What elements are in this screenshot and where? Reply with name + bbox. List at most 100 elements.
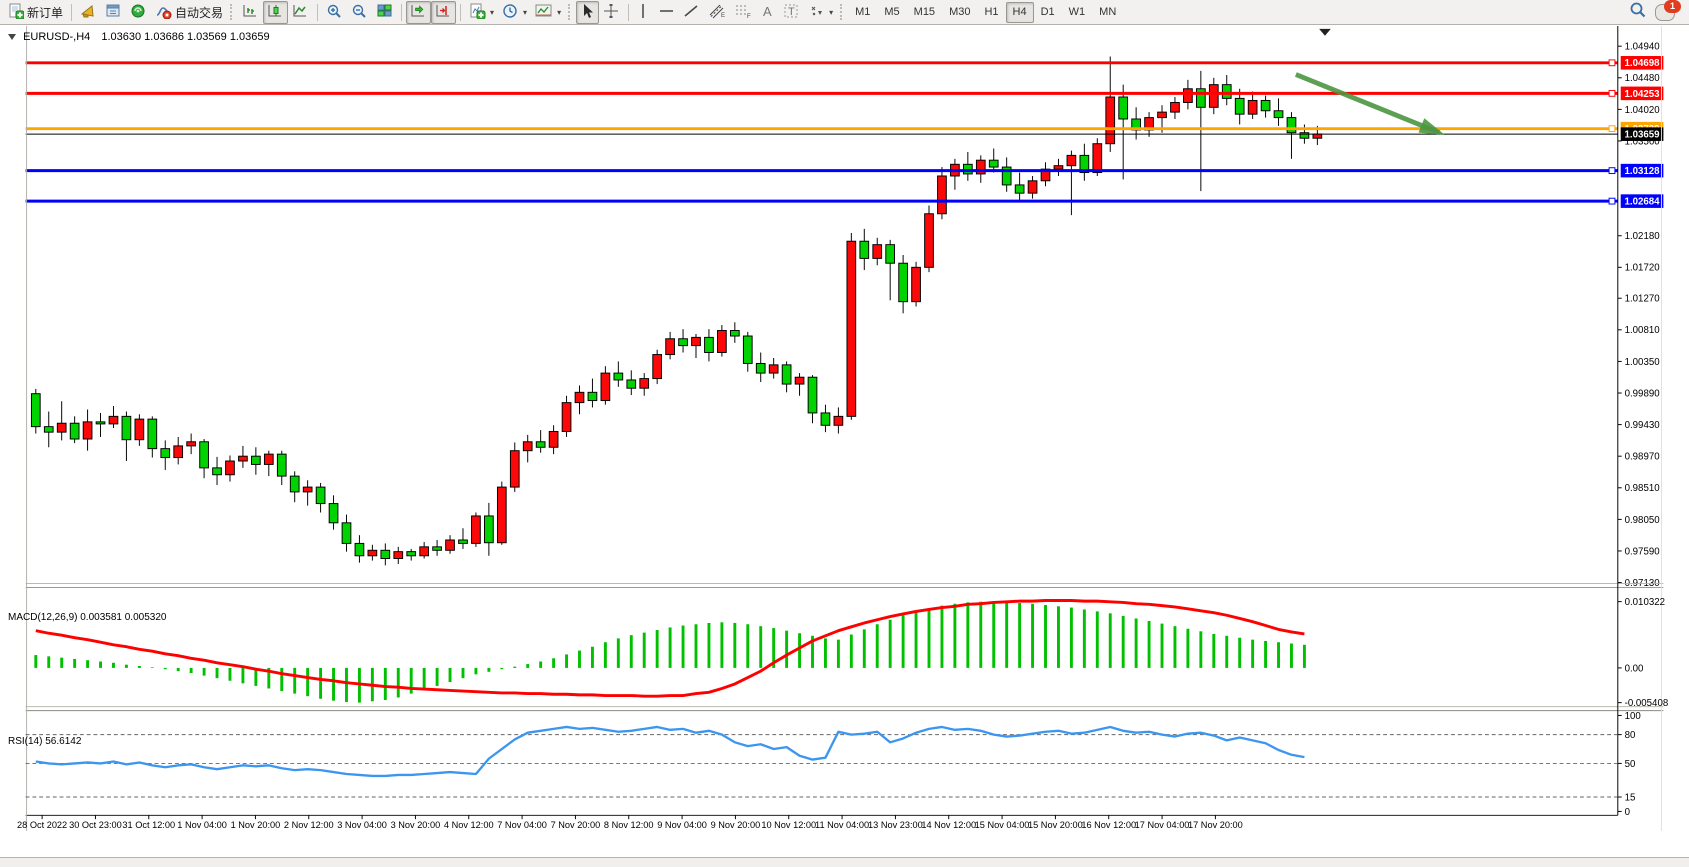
- macd-pane[interactable]: 0.0103220.00-0.005408: [36, 597, 1668, 709]
- bar-chart-button[interactable]: [238, 1, 263, 24]
- new-order-button[interactable]: 新订单: [4, 1, 67, 24]
- chart-shift-button[interactable]: [431, 1, 456, 24]
- trendline-tool-button[interactable]: [679, 1, 704, 24]
- tile-windows-button[interactable]: [372, 1, 397, 24]
- date-tick-label: 3 Nov 20:00: [391, 820, 441, 830]
- horizontal-line-tool-button[interactable]: [654, 1, 679, 24]
- fibonacci-tool-button[interactable]: F: [730, 1, 756, 24]
- candle: [381, 543, 390, 565]
- candle: [420, 542, 429, 558]
- date-tick-label: 14 Nov 12:00: [921, 820, 976, 830]
- horizontal-line-icon: [658, 3, 675, 22]
- candles-layer: [31, 56, 1321, 565]
- vertical-line-icon: [637, 3, 650, 22]
- zoom-out-button[interactable]: [347, 1, 372, 24]
- market-watch-button[interactable]: [101, 1, 126, 24]
- timeframe-m15-button[interactable]: M15: [907, 2, 942, 23]
- date-tick-label: 7 Nov 20:00: [551, 820, 601, 830]
- toolbar-grip: [840, 4, 845, 20]
- date-tick-label: 1 Nov 04:00: [177, 820, 227, 830]
- candle: [588, 379, 597, 408]
- horizontal-line-object[interactable]: 1.02684: [26, 194, 1664, 208]
- dropdown-caret-icon: ▾: [490, 8, 494, 17]
- dropdown-caret-icon: ▾: [557, 8, 561, 17]
- horizontal-line-object[interactable]: 1.03128: [26, 164, 1664, 178]
- date-tick-label: 15 Nov 04:00: [975, 820, 1030, 830]
- toolbar-grip: [230, 4, 235, 20]
- line-handle: [1609, 198, 1615, 204]
- candle: [1067, 151, 1076, 216]
- chart-window: EURUSD-,H4 1.03630 1.03686 1.03569 1.036…: [0, 26, 1689, 857]
- search-icon[interactable]: [1629, 1, 1647, 23]
- timeframe-m5-button[interactable]: M5: [877, 2, 906, 23]
- horn-button[interactable]: [76, 1, 101, 24]
- candle: [57, 401, 66, 440]
- candle: [1002, 157, 1011, 191]
- timeframe-w1-button[interactable]: W1: [1062, 2, 1093, 23]
- horizontal-line-object[interactable]: 1.04253: [26, 87, 1664, 101]
- date-tick-label: 30 Oct 23:00: [69, 820, 122, 830]
- rsi-pane[interactable]: 1008050150: [26, 711, 1642, 818]
- candle: [795, 373, 804, 396]
- zoom-in-button[interactable]: [322, 1, 347, 24]
- channel-tool-button[interactable]: E: [704, 1, 730, 24]
- timeframe-m30-button[interactable]: M30: [942, 2, 977, 23]
- crosshair-button[interactable]: [599, 1, 624, 24]
- candle: [653, 350, 662, 384]
- auto-scroll-icon: [410, 3, 427, 22]
- svg-text:F: F: [747, 14, 751, 19]
- timeframe-m1-button[interactable]: M1: [848, 2, 877, 23]
- candle: [187, 434, 196, 455]
- candle: [1015, 173, 1024, 200]
- candlestick-chart-button[interactable]: [263, 1, 288, 24]
- cursor-button[interactable]: [576, 1, 599, 24]
- candle: [264, 451, 273, 476]
- notifications-icon[interactable]: 1: [1655, 4, 1675, 21]
- date-tick-label: 16 Nov 12:00: [1081, 820, 1136, 830]
- templates-button[interactable]: ▾: [531, 1, 565, 24]
- chart-title: EURUSD-,H4 1.03630 1.03686 1.03569 1.036…: [8, 31, 270, 43]
- candle: [627, 370, 636, 395]
- toolbar-separator: [71, 4, 72, 21]
- autotrading-button[interactable]: 自动交易: [151, 1, 227, 24]
- timeframe-h4-button[interactable]: H4: [1006, 2, 1034, 23]
- text-tool-button[interactable]: A: [756, 1, 779, 24]
- candle: [83, 409, 92, 450]
- arrows-tool-button[interactable]: ▾: [804, 1, 837, 24]
- text-label-tool-button[interactable]: T: [779, 1, 804, 24]
- price-tick-label: 1.04480: [1625, 73, 1661, 84]
- chart-canvas[interactable]: 1.046981.042531.037391.031281.026841.036…: [0, 26, 1689, 857]
- date-tick-label: 9 Nov 20:00: [711, 820, 761, 830]
- chart-shift-marker-icon[interactable]: [1319, 29, 1331, 36]
- chart-collapse-icon[interactable]: [8, 34, 16, 40]
- trend-arrow-annotation[interactable]: [1296, 74, 1445, 134]
- line-chart-button[interactable]: [288, 1, 313, 24]
- candle: [718, 325, 727, 357]
- candle: [161, 440, 170, 470]
- arrows-icon: [808, 3, 825, 22]
- candle: [1080, 144, 1089, 181]
- horizontal-line-object[interactable]: 1.04698: [26, 56, 1664, 70]
- price-tick-label: 1.03560: [1625, 136, 1661, 147]
- candle: [1222, 75, 1231, 105]
- date-axis[interactable]: 28 Oct 202230 Oct 23:0031 Oct 12:001 Nov…: [17, 815, 1243, 830]
- candle: [1132, 107, 1141, 139]
- window-bottom-edge: [0, 857, 1689, 867]
- auto-scroll-button[interactable]: [406, 1, 431, 24]
- main-toolbar: 新订单 自动交易 ▾ ▾ ▾ E F A T ▾: [0, 0, 1689, 25]
- indicators-button[interactable]: ▾: [465, 1, 498, 24]
- timeframe-mn-button[interactable]: MN: [1092, 2, 1123, 23]
- date-tick-label: 1 Nov 20:00: [231, 820, 281, 830]
- navigator-button[interactable]: [126, 1, 151, 24]
- candle: [1041, 162, 1050, 186]
- candle: [510, 442, 519, 491]
- timeframe-d1-button[interactable]: D1: [1034, 2, 1062, 23]
- line-handle: [1609, 60, 1615, 66]
- vertical-line-tool-button[interactable]: [633, 1, 654, 24]
- text-icon: A: [760, 3, 775, 22]
- rsi-axis-label: 80: [1625, 730, 1636, 741]
- periods-button[interactable]: ▾: [498, 1, 531, 24]
- timeframe-h1-button[interactable]: H1: [977, 2, 1005, 23]
- template-icon: [535, 3, 553, 22]
- candle: [834, 407, 843, 433]
